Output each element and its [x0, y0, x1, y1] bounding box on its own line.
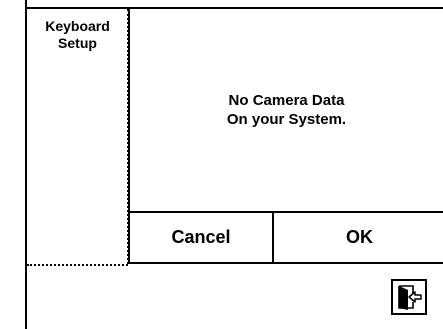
- dialog-message-line2: On your System.: [226, 111, 347, 128]
- message-dialog: No Camera Data On your System. Cancel OK: [128, 9, 443, 264]
- cancel-button[interactable]: Cancel: [128, 213, 274, 262]
- sidebar-title-line1: Keyboard: [45, 18, 110, 34]
- dialog-message: No Camera Data On your System.: [130, 9, 443, 211]
- exit-button[interactable]: [391, 279, 427, 315]
- dialog-message-line1: No Camera Data: [228, 92, 345, 109]
- sidebar-divider-horizontal: [27, 264, 128, 266]
- sidebar-title-line2: Setup: [58, 35, 97, 51]
- dialog-button-row: Cancel OK: [128, 211, 443, 264]
- sidebar-title: Keyboard Setup: [27, 18, 128, 52]
- exit-door-icon: [398, 285, 422, 310]
- ok-button[interactable]: OK: [274, 213, 443, 262]
